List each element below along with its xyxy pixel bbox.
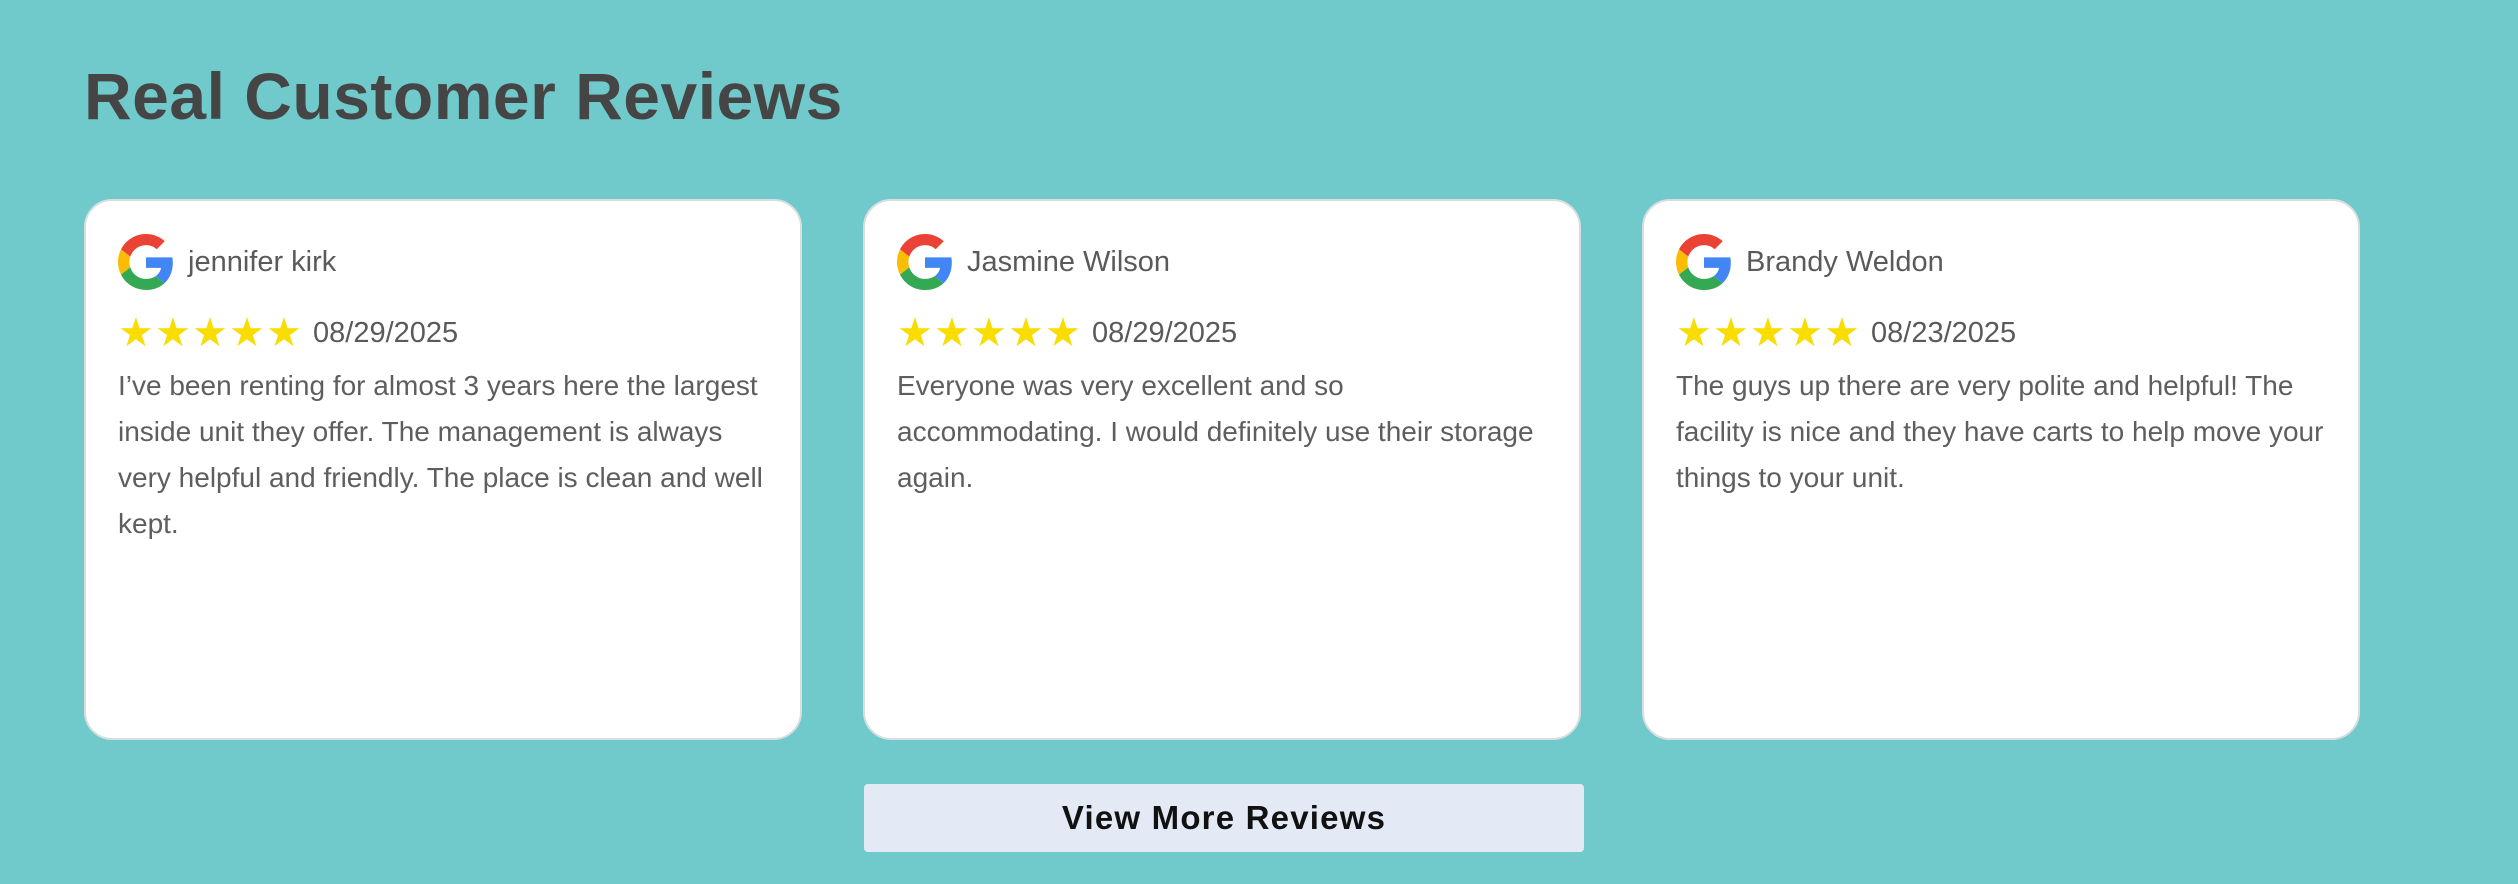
star-icon: ★ [1787,310,1823,356]
star-icon: ★ [118,310,154,356]
review-date: 08/23/2025 [1871,316,2017,349]
rating-row: ★ ★ ★ ★ ★ 08/29/2025 [118,313,768,353]
star-icon: ★ [934,310,970,356]
star-icon: ★ [266,310,302,356]
review-card: Jasmine Wilson ★ ★ ★ ★ ★ 08/29/2025 Everyone… [863,199,1581,740]
google-icon [118,234,174,290]
star-icon: ★ [155,310,191,356]
star-rating: ★ ★ ★ ★ ★ [1676,313,1861,353]
review-text: Everyone was very excellent and so accom… [897,370,1534,493]
star-icon: ★ [1713,310,1749,356]
star-icon: ★ [971,310,1007,356]
star-icon: ★ [1008,310,1044,356]
google-icon [897,234,953,290]
review-date: 08/29/2025 [313,316,459,349]
reviews-list: jennifer kirk ★ ★ ★ ★ ★ 08/29/2025 I’ve been… [84,199,2360,740]
page-title: Real Customer Reviews [84,59,843,133]
rating-row: ★ ★ ★ ★ ★ 08/23/2025 [1676,313,2326,353]
review-card: jennifer kirk ★ ★ ★ ★ ★ 08/29/2025 I’ve been… [84,199,802,740]
star-icon: ★ [1676,310,1712,356]
star-icon: ★ [192,310,228,356]
view-more-reviews-button[interactable]: View More Reviews [864,784,1584,852]
reviewer-name: Jasmine Wilson [967,245,1171,278]
star-rating: ★ ★ ★ ★ ★ [897,313,1082,353]
star-icon: ★ [1824,310,1860,356]
rating-row: ★ ★ ★ ★ ★ 08/29/2025 [897,313,1547,353]
review-date: 08/29/2025 [1092,316,1238,349]
review-text: The guys up there are very polite and he… [1676,370,2324,493]
star-icon: ★ [1045,310,1081,356]
star-rating: ★ ★ ★ ★ ★ [118,313,303,353]
review-header: jennifer kirk [118,233,768,291]
reviewer-name: Brandy Weldon [1746,245,1944,278]
google-icon [1676,234,1732,290]
review-text: I’ve been renting for almost 3 years her… [118,370,763,539]
review-header: Brandy Weldon [1676,233,2326,291]
review-card: Brandy Weldon ★ ★ ★ ★ ★ 08/23/2025 The guys … [1642,199,2360,740]
review-header: Jasmine Wilson [897,233,1547,291]
star-icon: ★ [1750,310,1786,356]
star-icon: ★ [897,310,933,356]
star-icon: ★ [229,310,265,356]
reviewer-name: jennifer kirk [188,245,337,278]
